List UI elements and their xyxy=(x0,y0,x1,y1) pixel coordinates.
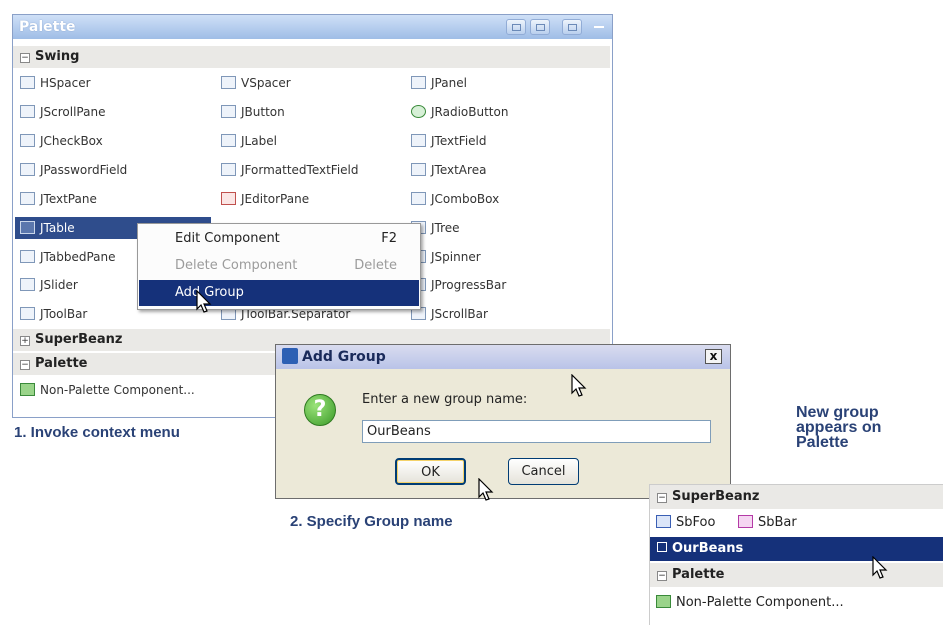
palette-item-jscrollbar[interactable]: JScrollBar xyxy=(411,303,488,325)
close-icon[interactable]: x xyxy=(705,349,722,364)
jslider-icon xyxy=(20,278,35,291)
caption-note: New group appears on Palette xyxy=(796,404,882,451)
jcombobox-icon xyxy=(411,192,426,205)
collapse-toggle-icon[interactable]: − xyxy=(657,493,667,503)
category-superbeanz[interactable]: − SuperBeanz xyxy=(650,485,943,509)
palette-item-sbfoo[interactable]: SbFoo xyxy=(656,511,715,535)
jeditorpane-icon xyxy=(221,192,236,205)
jpanel-icon xyxy=(411,76,426,89)
sbfoo-icon xyxy=(656,515,671,528)
collapse-toggle-icon[interactable]: − xyxy=(657,571,667,581)
jlabel-icon xyxy=(221,134,236,147)
palette-item-jtextfield[interactable]: JTextField xyxy=(411,130,487,152)
palette-item-vspacer[interactable]: VSpacer xyxy=(221,72,291,94)
jscrollpane-icon xyxy=(20,105,35,118)
jtextfield-icon xyxy=(411,134,426,147)
palette-item-jprogressbar[interactable]: JProgressBar xyxy=(411,274,506,296)
jtoolbar-icon xyxy=(20,307,35,320)
checkbox-icon xyxy=(20,134,35,147)
jtabbedpane-icon xyxy=(20,250,35,263)
palette-item-jspinner[interactable]: JSpinner xyxy=(411,246,481,268)
category-ourbeans[interactable]: OurBeans xyxy=(650,537,943,561)
palette-title: Palette xyxy=(19,19,76,35)
bean-icon xyxy=(656,595,671,608)
add-group-dialog: Add Group x ? Enter a new group name: Ou… xyxy=(275,344,731,499)
palette-item-jscrollpane[interactable]: JScrollPane xyxy=(20,101,105,123)
vspacer-icon xyxy=(221,76,236,89)
help-icon[interactable] xyxy=(562,19,582,35)
maximize-window-icon[interactable] xyxy=(530,19,550,35)
question-icon: ? xyxy=(304,394,336,426)
palette-item-jtextarea[interactable]: JTextArea xyxy=(411,159,486,181)
palette-titlebar: Palette xyxy=(13,15,612,39)
dialog-titlebar: Add Group x xyxy=(276,345,730,369)
palette-item-jpanel[interactable]: JPanel xyxy=(411,72,467,94)
palette-item-sbbar[interactable]: SbBar xyxy=(738,511,797,535)
palette-item-jtextpane[interactable]: JTextPane xyxy=(20,188,97,210)
palette-item-nonpalette[interactable]: Non-Palette Component... xyxy=(650,591,943,615)
palette-item-jtabbedpane[interactable]: JTabbedPane xyxy=(20,246,116,268)
context-menu: Edit Component F2 Delete Component Delete … xyxy=(137,223,421,310)
jformattedtextfield-icon xyxy=(221,163,236,176)
category-swing[interactable]: − Swing xyxy=(13,46,610,68)
toggle-icon[interactable] xyxy=(657,542,667,552)
expand-toggle-icon[interactable]: + xyxy=(20,336,30,346)
palette-item-jformattedtextfield[interactable]: JFormattedTextField xyxy=(221,159,359,181)
palette-item-jcombobox[interactable]: JComboBox xyxy=(411,188,499,210)
sbbar-icon xyxy=(738,515,753,528)
menu-item-add-group[interactable]: Add Group xyxy=(139,280,419,306)
palette-item-jtoolbar[interactable]: JToolBar xyxy=(20,303,87,325)
radio-icon xyxy=(411,105,426,118)
jtextarea-icon xyxy=(411,163,426,176)
jtextpane-icon xyxy=(20,192,35,205)
menu-item-edit-component[interactable]: Edit Component F2 xyxy=(139,226,419,252)
minimize-icon[interactable] xyxy=(594,26,604,28)
jpasswordfield-icon xyxy=(20,163,35,176)
collapse-toggle-icon[interactable]: − xyxy=(20,53,30,63)
palette-item-jlabel[interactable]: JLabel xyxy=(221,130,277,152)
jtable-icon xyxy=(20,221,35,234)
menu-item-delete-component[interactable]: Delete Component Delete xyxy=(139,253,419,279)
palette-snippet: − SuperBeanz SbFoo SbBar OurBeans − Palett… xyxy=(649,484,943,625)
palette-item-jcheckbox[interactable]: JCheckBox xyxy=(20,130,103,152)
bean-icon xyxy=(20,383,35,396)
palette-item-jpasswordfield[interactable]: JPasswordField xyxy=(20,159,127,181)
ok-button[interactable]: OK xyxy=(395,458,466,485)
collapse-toggle-icon[interactable]: − xyxy=(20,360,30,370)
restore-window-icon[interactable] xyxy=(506,19,526,35)
group-name-input[interactable]: OurBeans xyxy=(362,420,711,443)
caption-step1: 1. Invoke context menu xyxy=(14,424,180,441)
palette-item-nonpalette[interactable]: Non-Palette Component... xyxy=(20,379,195,401)
cancel-button[interactable]: Cancel xyxy=(508,458,579,485)
palette-item-jslider[interactable]: JSlider xyxy=(20,274,78,296)
java-app-icon xyxy=(282,348,298,364)
palette-item-hspacer[interactable]: HSpacer xyxy=(20,72,91,94)
palette-item-jradiobutton[interactable]: JRadioButton xyxy=(411,101,508,123)
dialog-prompt: Enter a new group name: xyxy=(362,392,528,407)
jbutton-icon xyxy=(221,105,236,118)
snippet-bean-row: SbFoo SbBar xyxy=(650,511,943,535)
category-palette[interactable]: − Palette xyxy=(650,563,943,587)
palette-item-jbutton[interactable]: JButton xyxy=(221,101,285,123)
palette-item-jeditorpane[interactable]: JEditorPane xyxy=(221,188,309,210)
dialog-title: Add Group xyxy=(302,349,386,365)
caption-step2: 2. Specify Group name xyxy=(290,513,453,530)
hspacer-icon xyxy=(20,76,35,89)
